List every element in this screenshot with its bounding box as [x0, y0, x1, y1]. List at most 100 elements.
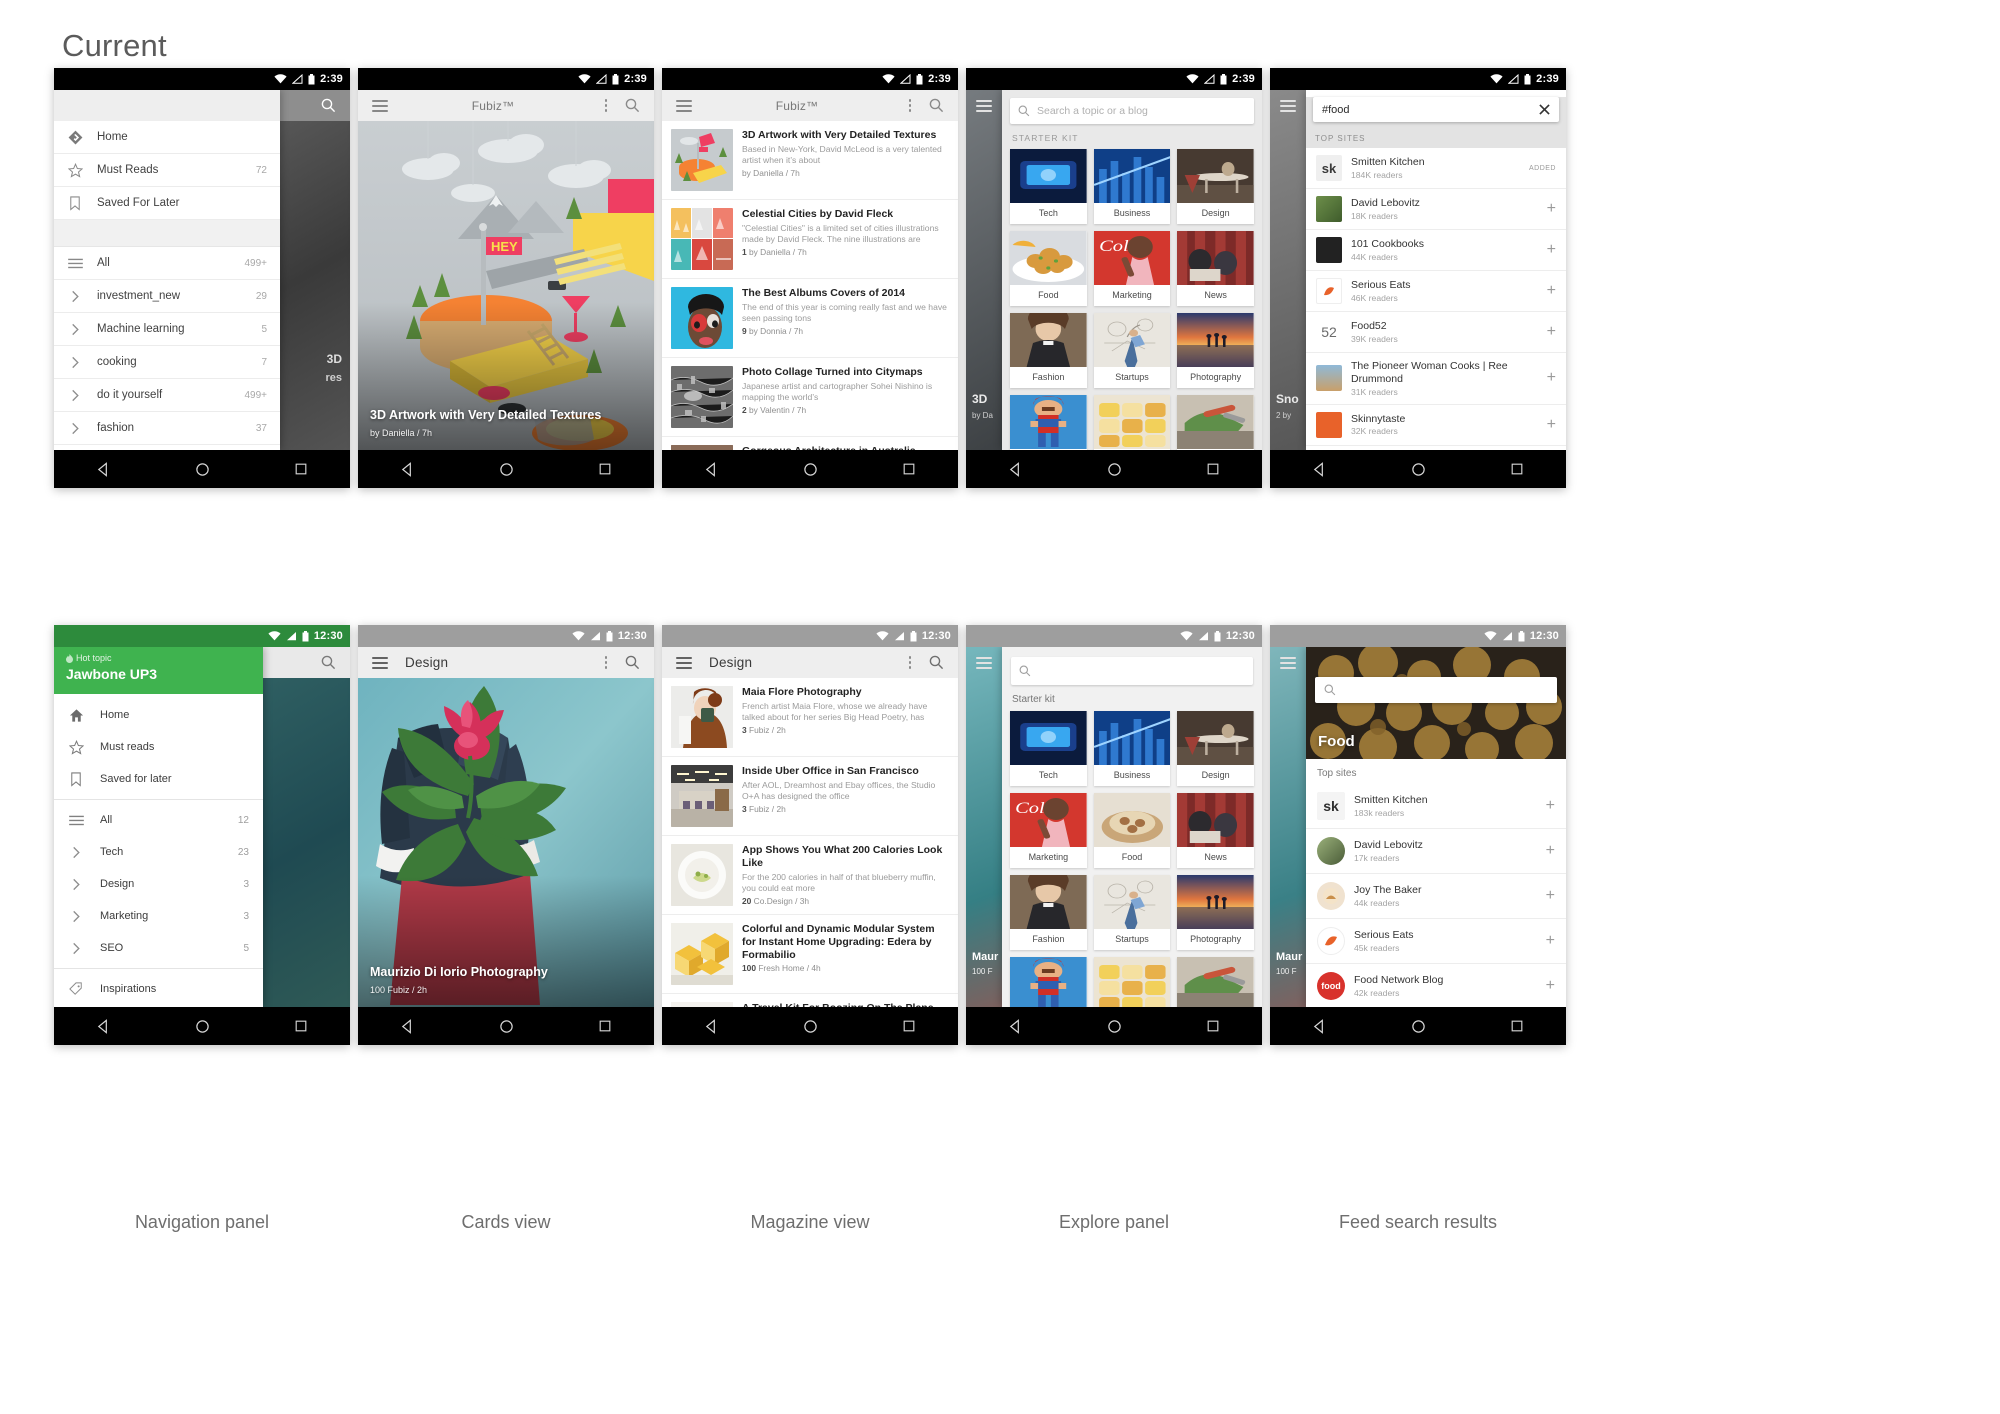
home-circle-icon[interactable]	[499, 1019, 514, 1034]
recents-square-icon[interactable]	[598, 462, 612, 476]
add-feed-button[interactable]: +	[1547, 241, 1556, 259]
nav-item-trends[interactable]: Trends	[54, 1005, 263, 1007]
nav-feed-all[interactable]: All 12	[54, 804, 263, 836]
feed-result-row[interactable]: Oh She Glows 23K readers +	[1306, 446, 1566, 450]
article-row[interactable]: App Shows You What 200 Calories Look Lik…	[662, 836, 958, 915]
article-row[interactable]: Gorgeous Architecture in Australia Here …	[662, 437, 958, 450]
add-feed-button[interactable]: +	[1546, 977, 1555, 995]
explore-tile-news[interactable]: News	[1177, 231, 1254, 306]
search-field[interactable]	[1315, 677, 1557, 703]
menu-icon[interactable]	[971, 93, 997, 119]
article-row[interactable]: Inside Uber Office in San Francisco Afte…	[662, 757, 958, 836]
search-icon[interactable]	[923, 93, 949, 119]
nav-feed-tech[interactable]: Tech 23	[54, 836, 263, 868]
menu-icon[interactable]	[671, 93, 697, 119]
nav-feed-all[interactable]: All 499+	[54, 247, 280, 280]
recents-square-icon[interactable]	[294, 462, 308, 476]
back-icon[interactable]	[1008, 461, 1023, 477]
search-field[interactable]: #food	[1313, 97, 1559, 122]
explore-tile-business[interactable]: Business	[1093, 149, 1171, 224]
add-feed-button[interactable]: +	[1547, 282, 1556, 300]
menu-icon[interactable]	[671, 650, 697, 676]
recents-square-icon[interactable]	[902, 462, 916, 476]
article-row[interactable]: 3D Artwork with Very Detailed Textures B…	[662, 121, 958, 200]
recents-square-icon[interactable]	[1206, 462, 1220, 476]
back-icon[interactable]	[1008, 1018, 1023, 1034]
explore-tile-food[interactable]: Food	[1010, 231, 1087, 306]
nav-feed-design[interactable]: Design 3	[54, 868, 263, 900]
nav-feed-fashion[interactable]: fashion 37	[54, 412, 280, 445]
explore-tile-gaming[interactable]: Gaming	[1010, 957, 1087, 1007]
recents-square-icon[interactable]	[1510, 462, 1524, 476]
explore-tile-marketing[interactable]: Cola Marketing	[1010, 793, 1087, 868]
overflow-icon[interactable]	[897, 93, 923, 119]
explore-tile-food[interactable]: Food	[1093, 793, 1171, 868]
overflow-icon[interactable]	[897, 650, 923, 676]
nav-item-saved-for-later[interactable]: Saved for later	[54, 763, 263, 795]
feed-result-row[interactable]: David Lebovitz 17k readers +	[1306, 829, 1566, 874]
article-row[interactable]: Celestial Cities by David Fleck "Celesti…	[662, 200, 958, 279]
home-circle-icon[interactable]	[1411, 1019, 1426, 1034]
home-circle-icon[interactable]	[1411, 462, 1426, 477]
add-feed-button[interactable]: +	[1546, 797, 1555, 815]
menu-icon[interactable]	[1275, 93, 1301, 119]
article-list[interactable]: Maia Flore Photography French artist Mai…	[662, 678, 958, 1007]
nav-feed-investment[interactable]: investment_new 29	[54, 280, 280, 313]
explore-tile-marketing[interactable]: Cola Marketing	[1093, 231, 1171, 306]
add-feed-button[interactable]: +	[1546, 842, 1555, 860]
article-row[interactable]: A Travel Kit For Boozing On The Plane On…	[662, 994, 958, 1007]
nav-feed-do-it-yourself[interactable]: do it yourself 499+	[54, 379, 280, 412]
explore-tile-diy[interactable]: Do It Yourself	[1177, 957, 1254, 1007]
feed-result-row[interactable]: The Pioneer Woman Cooks | Ree Drummond 3…	[1306, 353, 1566, 405]
explore-tile-photography[interactable]: Photography	[1177, 875, 1254, 950]
back-icon[interactable]	[96, 1018, 111, 1034]
back-icon[interactable]	[1312, 461, 1327, 477]
home-circle-icon[interactable]	[803, 1019, 818, 1034]
add-feed-button[interactable]: +	[1546, 887, 1555, 905]
article-row[interactable]: Colorful and Dynamic Modular System for …	[662, 915, 958, 994]
menu-icon[interactable]	[1275, 650, 1301, 676]
feed-result-row[interactable]: Joy The Baker 44k readers +	[1306, 874, 1566, 919]
nav-item-home[interactable]: Home	[54, 121, 280, 154]
feed-result-row[interactable]: sk Smitten Kitchen 184K readers ADDED	[1306, 148, 1566, 189]
explore-tile-baking[interactable]: Baking	[1093, 395, 1171, 450]
recents-square-icon[interactable]	[294, 1019, 308, 1033]
home-circle-icon[interactable]	[803, 462, 818, 477]
add-feed-button[interactable]: +	[1547, 416, 1556, 434]
back-icon[interactable]	[704, 461, 719, 477]
explore-search-field[interactable]	[1011, 657, 1253, 685]
back-icon[interactable]	[1312, 1018, 1327, 1034]
nav-item-must-reads[interactable]: Must reads	[54, 731, 263, 763]
explore-tile-fashion[interactable]: Fashion	[1010, 313, 1087, 388]
explore-tile-news[interactable]: News	[1177, 793, 1254, 868]
feed-result-row[interactable]: Skinnytaste 32K readers +	[1306, 405, 1566, 446]
back-icon[interactable]	[400, 461, 415, 477]
recents-square-icon[interactable]	[598, 1019, 612, 1033]
explore-tile-tech[interactable]: Tech	[1010, 149, 1087, 224]
search-icon[interactable]	[315, 93, 341, 119]
menu-icon[interactable]	[367, 650, 393, 676]
explore-tile-photography[interactable]: Photography	[1177, 313, 1254, 388]
add-feed-button[interactable]: +	[1546, 932, 1555, 950]
article-row[interactable]: Maia Flore Photography French artist Mai…	[662, 678, 958, 757]
menu-icon[interactable]	[971, 650, 997, 676]
nav-item-must-reads[interactable]: Must Reads 72	[54, 154, 280, 187]
explore-tile-business[interactable]: Business	[1093, 711, 1171, 786]
explore-tile-diy[interactable]: Do It Yourself	[1177, 395, 1254, 450]
back-icon[interactable]	[400, 1018, 415, 1034]
nav-feed-cooking[interactable]: cooking 7	[54, 346, 280, 379]
explore-tile-tech[interactable]: Tech	[1010, 711, 1087, 786]
nav-feed-marketing[interactable]: Marketing 3	[54, 900, 263, 932]
feed-result-row[interactable]: 101 Cookbooks 44K readers +	[1306, 230, 1566, 271]
article-row[interactable]: Photo Collage Turned into Citymaps Japan…	[662, 358, 958, 437]
feed-result-row[interactable]: food Food Network Blog 42k readers +	[1306, 964, 1566, 1007]
home-circle-icon[interactable]	[1107, 1019, 1122, 1034]
explore-tile-baking[interactable]: Baking	[1093, 957, 1171, 1007]
add-feed-button[interactable]: +	[1547, 200, 1556, 218]
article-list[interactable]: 3D Artwork with Very Detailed Textures B…	[662, 121, 958, 450]
nav-item-home[interactable]: Home	[54, 699, 263, 731]
recents-square-icon[interactable]	[902, 1019, 916, 1033]
overflow-icon[interactable]	[593, 650, 619, 676]
add-feed-button[interactable]: +	[1547, 369, 1556, 387]
back-icon[interactable]	[96, 461, 111, 477]
